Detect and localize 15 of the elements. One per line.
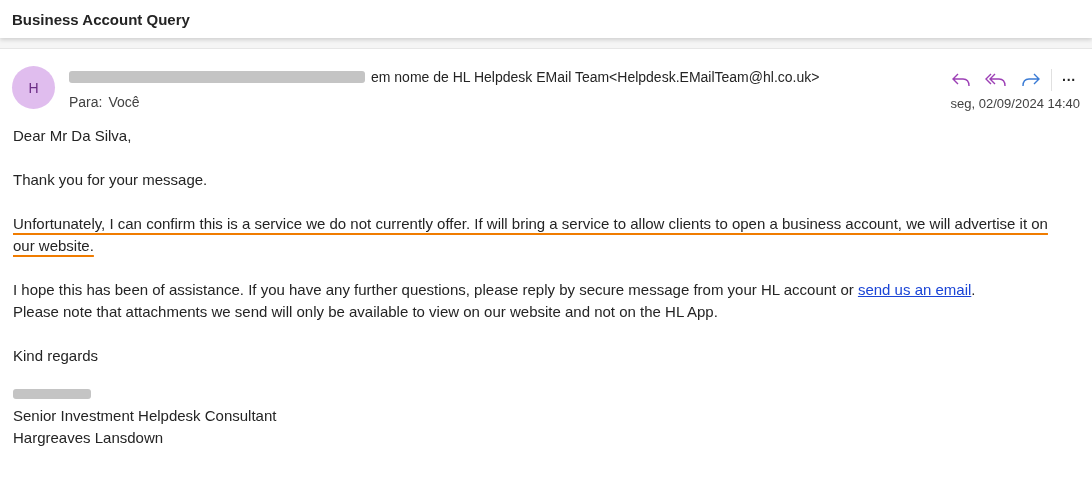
- to-label: Para:: [69, 94, 103, 110]
- body-text: Unfortunately, I can confirm this is a service we do not currently offer. If will bring a service to allow clients to open a business account, we will advertise it on our website.: [13, 214, 1049, 256]
- email-subject: Business Account Query: [12, 10, 190, 28]
- signature-line: Hargreaves Lansdown: [13, 428, 165, 448]
- body-text: Thank you for your message.: [13, 170, 209, 190]
- body-text: I hope this has been of assistance. If you have any further questions, please reply by secure message from your HL account or send us an email.: [13, 280, 977, 300]
- signature-line: Senior Investment Helpdesk Consultant: [13, 406, 278, 426]
- body-text: Dear Mr Da Silva,: [13, 126, 133, 146]
- body-text: Kind regards: [13, 346, 100, 366]
- sender-avatar: H: [12, 66, 55, 109]
- more-button[interactable]: ···: [1058, 70, 1080, 90]
- body-text: Please note that attachments we send will only be available to view on our website and not on the HL App.: [13, 302, 719, 322]
- recipient: Você: [108, 94, 140, 110]
- message-date: seg, 02/09/2024 14:40: [950, 96, 1080, 111]
- sender-name: em nome de HL Helpdesk EMail Team<Helpdesk.EMailTeam@hl.co.uk>: [371, 69, 820, 85]
